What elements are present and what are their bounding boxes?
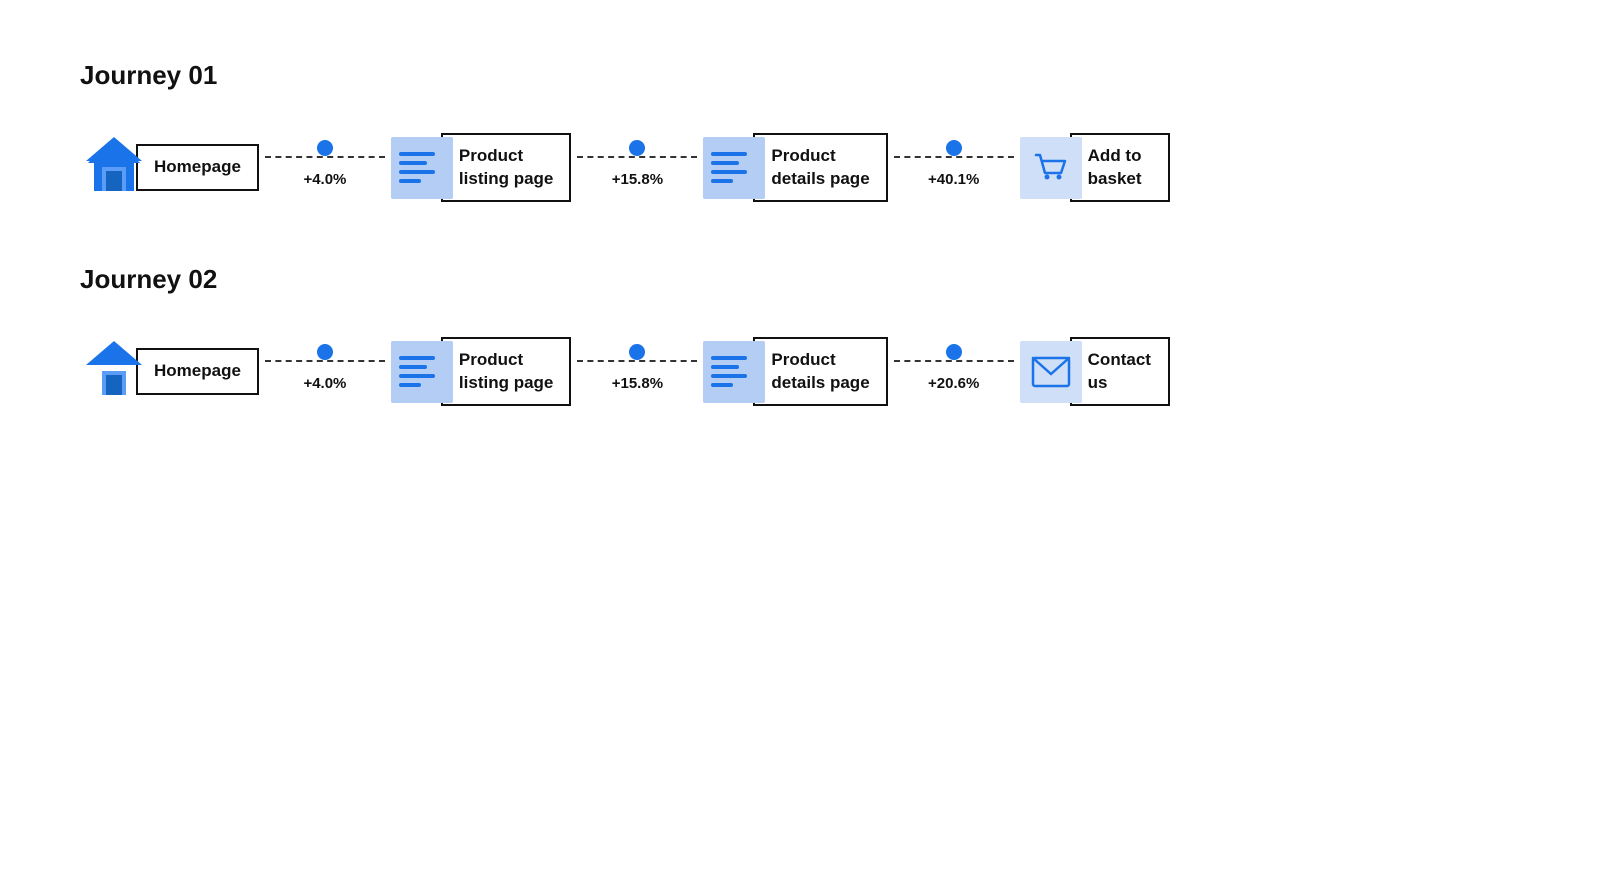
connector-pct-j2-1: +4.0%: [303, 375, 346, 392]
connector-line-1: [265, 147, 385, 167]
connector-line-3: [894, 147, 1014, 167]
connector-line-j2-3: [894, 351, 1014, 371]
connector-pct-2: +15.8%: [612, 171, 663, 188]
step-add-to-basket: Add tobasket: [1020, 133, 1170, 201]
cart-icon: [1020, 137, 1082, 199]
add-to-basket-label: Add tobasket: [1070, 133, 1170, 201]
journey-01-title: Journey 01: [80, 60, 1521, 91]
dotted-line-3: [894, 156, 1014, 158]
product-listing-label: Productlisting page: [441, 133, 571, 201]
connector-pct-1: +4.0%: [303, 171, 346, 188]
product-details-2-label: Productdetails page: [753, 337, 887, 405]
product-details-label: Productdetails page: [753, 133, 887, 201]
dotted-line-2: [577, 156, 697, 158]
step-homepage: Homepage: [80, 131, 259, 204]
connector-line-2: [577, 147, 697, 167]
connector-dot-j2-3: [946, 344, 962, 360]
connector-1: +4.0%: [265, 147, 385, 188]
page-icon-listing: [391, 137, 453, 199]
connector-dot-j2-1: [317, 344, 333, 360]
page-icon-details: [703, 137, 765, 199]
connector-j2-2: +15.8%: [577, 351, 697, 392]
journey-02-section: Journey 02 Homepage +4.0%: [80, 264, 1521, 408]
step-contact-us: Contactus: [1020, 337, 1170, 405]
connector-pct-j2-2: +15.8%: [612, 375, 663, 392]
contact-us-label: Contactus: [1070, 337, 1170, 405]
homepage-label: Homepage: [136, 144, 259, 190]
connector-dot-j2-2: [629, 344, 645, 360]
step-product-listing-2: Productlisting page: [391, 337, 571, 405]
product-listing-2-label: Productlisting page: [441, 337, 571, 405]
connector-j2-3: +20.6%: [894, 351, 1014, 392]
connector-dot-1: [317, 140, 333, 156]
connector-line-j2-2: [577, 351, 697, 371]
connector-2: +15.8%: [577, 147, 697, 188]
step-product-listing: Productlisting page: [391, 133, 571, 201]
step-product-details-2: Productdetails page: [703, 337, 887, 405]
homepage-2-label: Homepage: [136, 348, 259, 394]
step-homepage-2: Homepage: [80, 335, 259, 408]
connector-pct-3: +40.1%: [928, 171, 979, 188]
connector-dot-2: [629, 140, 645, 156]
page-icon-listing-2: [391, 341, 453, 403]
journey-02-title: Journey 02: [80, 264, 1521, 295]
connector-j2-1: +4.0%: [265, 351, 385, 392]
dotted-line-1: [265, 156, 385, 158]
dotted-line-j2-3: [894, 360, 1014, 362]
journey-01-flow: Homepage +4.0% Productlisting page: [80, 131, 1521, 204]
dotted-line-j2-2: [577, 360, 697, 362]
house-icon-2: [80, 335, 148, 408]
connector-dot-3: [946, 140, 962, 156]
envelope-icon: [1020, 341, 1082, 403]
step-product-details: Productdetails page: [703, 133, 887, 201]
journey-01-section: Journey 01 Homepage: [80, 60, 1521, 204]
page-icon-details-2: [703, 341, 765, 403]
connector-line-j2-1: [265, 351, 385, 371]
connector-pct-j2-3: +20.6%: [928, 375, 979, 392]
house-icon: [80, 131, 148, 204]
connector-3: +40.1%: [894, 147, 1014, 188]
dotted-line-j2-1: [265, 360, 385, 362]
journey-02-flow: Homepage +4.0% Productlisting page: [80, 335, 1521, 408]
